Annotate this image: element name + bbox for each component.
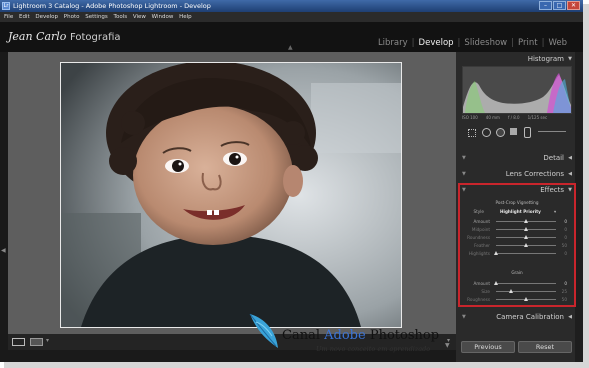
lens-corrections-title: Lens Corrections	[505, 170, 564, 178]
module-print[interactable]: Print	[518, 38, 538, 48]
menu-develop[interactable]: Develop	[35, 14, 58, 20]
module-slideshow[interactable]: Slideshow	[464, 38, 507, 48]
expand-arrow-icon[interactable]: ◀	[568, 153, 572, 164]
tool-slider[interactable]	[538, 131, 566, 132]
histogram-curve-image	[463, 73, 571, 113]
menu-help[interactable]: Help	[179, 14, 192, 20]
identity-script: Jean Carlo	[8, 30, 67, 43]
watermark-title: Canal Adobe Photoshop	[282, 328, 439, 343]
image-canvas	[8, 52, 456, 334]
previous-button[interactable]: Previous	[461, 341, 515, 353]
watermark-post: Photoshop	[365, 328, 440, 343]
feather-logo-icon	[249, 313, 278, 348]
effects-highlight-box	[458, 183, 576, 307]
menu-photo[interactable]: Photo	[64, 14, 80, 20]
adjustment-brush-icon[interactable]	[524, 127, 531, 138]
spot-removal-icon[interactable]	[482, 128, 491, 137]
tool-strip	[462, 125, 572, 139]
aperture: f / 8.0	[507, 115, 520, 120]
histogram-graph[interactable]	[462, 66, 572, 114]
loupe-view-icon[interactable]	[12, 338, 25, 346]
focal-length: 40 mm	[485, 115, 500, 120]
menu-settings[interactable]: Settings	[85, 14, 108, 20]
view-dropdown-icon[interactable]: ▾	[46, 337, 49, 344]
maximize-button[interactable]: □	[553, 1, 566, 10]
title-bar: Lr Lightroom 3 Catalog - Adobe Photoshop…	[0, 0, 583, 12]
iso-value: ISO 100	[462, 115, 478, 120]
child-portrait-image	[61, 63, 401, 327]
app-icon: Lr	[2, 2, 10, 10]
photo-preview[interactable]	[60, 62, 402, 328]
collapse-arrow-icon[interactable]: ▼	[568, 54, 572, 65]
top-panel-toggle-icon[interactable]: ▲	[288, 44, 293, 51]
identity-bar: ▲ Jean Carlo Fotografia Library | Develop |…	[0, 22, 583, 52]
watermark-subtitle: Um novo conceito em aprendizado	[316, 345, 431, 353]
close-button[interactable]: ✕	[567, 1, 580, 10]
reset-button[interactable]: Reset	[518, 341, 572, 353]
expand-arrow-icon[interactable]: ◀	[568, 169, 572, 180]
left-panel-toggle-icon[interactable]: ◀	[1, 247, 6, 254]
detail-title: Detail	[543, 154, 564, 162]
left-panel-collapsed: ◀	[0, 52, 8, 340]
menu-view[interactable]: View	[133, 14, 146, 20]
right-panel-scrollbar[interactable]	[575, 52, 583, 362]
channel-watermark: Canal Adobe Photoshop Um novo conceito e…	[246, 312, 456, 358]
menu-file[interactable]: File	[4, 14, 13, 20]
before-after-view-icon[interactable]	[30, 338, 43, 346]
expand-arrow-icon[interactable]: ◀	[568, 312, 572, 323]
lightroom-window: Lr Lightroom 3 Catalog - Adobe Photoshop…	[0, 0, 583, 362]
module-develop[interactable]: Develop	[419, 38, 454, 48]
watermark-highlight: Adobe	[324, 328, 366, 343]
menu-window[interactable]: Window	[152, 14, 174, 20]
identity-plate: Jean Carlo Fotografia	[8, 30, 121, 43]
module-web[interactable]: Web	[548, 38, 567, 48]
module-library[interactable]: Library	[378, 38, 408, 48]
red-eye-icon[interactable]	[496, 128, 505, 137]
panel-switch-icon[interactable]: ▼	[462, 312, 466, 323]
histogram-camera-info: ISO 100 40 mm f / 8.0 1/125 sec	[462, 114, 572, 122]
crop-tool-icon[interactable]	[468, 129, 476, 137]
lens-corrections-panel-header[interactable]: ▼ Lens Corrections ◀	[460, 169, 574, 180]
module-picker: Library | Develop | Slideshow | Print | Web	[377, 38, 567, 48]
panel-switch-icon[interactable]: ▼	[462, 153, 466, 164]
menu-edit[interactable]: Edit	[19, 14, 30, 20]
panel-switch-icon[interactable]: ▼	[462, 169, 466, 180]
graduated-filter-icon[interactable]	[510, 128, 517, 135]
identity-word: Fotografia	[69, 32, 121, 43]
menu-tools[interactable]: Tools	[114, 14, 128, 20]
minimize-button[interactable]: –	[539, 1, 552, 10]
camera-calibration-title: Camera Calibration	[496, 313, 564, 321]
watermark-pre: Canal	[282, 328, 325, 343]
shutter-speed: 1/125 sec	[527, 115, 548, 120]
camera-calibration-panel-header[interactable]: ▼ Camera Calibration ◀	[460, 312, 574, 323]
window-title: Lightroom 3 Catalog - Adobe Photoshop Li…	[13, 2, 211, 10]
histogram-panel-header[interactable]: Histogram ▼	[460, 54, 574, 65]
histogram-title: Histogram	[527, 55, 564, 63]
menu-bar: File Edit Develop Photo Settings Tools V…	[0, 12, 583, 22]
detail-panel-header[interactable]: ▼ Detail ◀	[460, 153, 574, 164]
